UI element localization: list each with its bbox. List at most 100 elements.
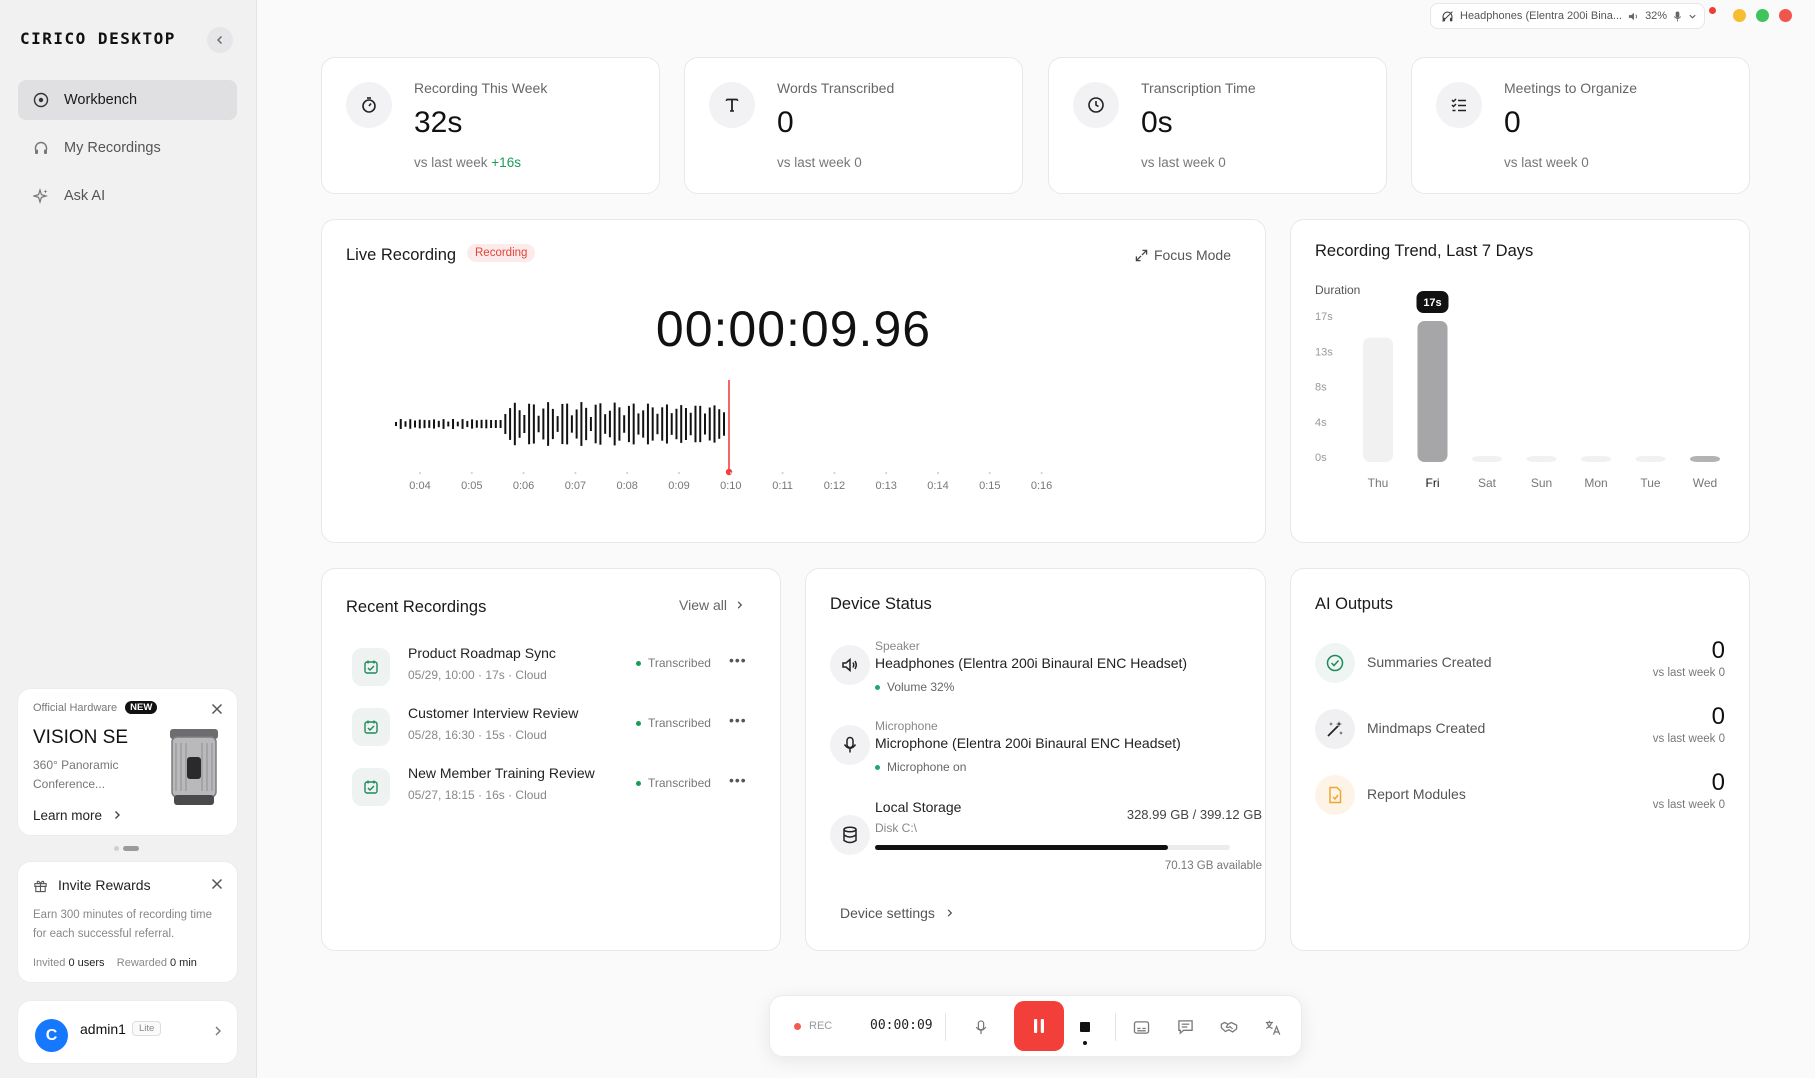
time-tick-label: 0:12	[824, 480, 845, 492]
stat-card-meetings-to-organize: Meetings to Organize 0 vs last week 0	[1411, 57, 1750, 194]
carousel-dot[interactable]	[114, 846, 119, 851]
recording-meta: 05/29, 10:00 · 17s · Cloud	[408, 668, 547, 682]
notes-button[interactable]	[1171, 1013, 1199, 1041]
x-tick-label: Mon	[1584, 476, 1607, 490]
recording-meta: 05/28, 16:30 · 15s · Cloud	[408, 728, 547, 742]
status-label: Transcribed	[648, 716, 711, 730]
ai-output-comparison: vs last week 0	[1652, 799, 1725, 811]
maximize-window-button[interactable]	[1756, 9, 1769, 22]
recording-title: Customer Interview Review	[408, 705, 579, 721]
translate-button[interactable]	[1259, 1013, 1287, 1041]
collapse-sidebar-button[interactable]	[207, 27, 233, 53]
rec-indicator: REC	[794, 1020, 832, 1032]
divider	[1115, 1013, 1116, 1041]
list-item[interactable]: New Member Training Review 05/27, 18:15 …	[346, 762, 746, 812]
bar-wed[interactable]	[1690, 456, 1720, 462]
microphone-status: Microphone on	[875, 760, 966, 774]
pause-button[interactable]	[1014, 1001, 1064, 1051]
y-tick-label: 13s	[1315, 346, 1333, 358]
chevron-right-icon	[737, 601, 743, 609]
captions-button[interactable]	[1127, 1013, 1155, 1041]
invite-rewards-card[interactable]: Invite Rewards Earn 300 minutes of recor…	[17, 861, 238, 983]
hardware-promo-card[interactable]: Official Hardware NEW VISION SE 360° Pan…	[17, 688, 238, 836]
expand-icon	[1135, 249, 1148, 261]
bar-tue[interactable]	[1635, 456, 1666, 462]
minimize-window-button[interactable]	[1733, 9, 1746, 22]
new-badge: NEW	[125, 701, 158, 714]
x-tick-label: Thu	[1368, 476, 1389, 490]
calendar-icon	[352, 708, 390, 746]
ai-output-row: Mindmaps Created 0 vs last week 0	[1315, 703, 1725, 755]
rec-dot	[794, 1022, 801, 1030]
storage-progress-bar	[875, 845, 1230, 850]
time-tick-label: 0:05	[461, 480, 482, 492]
speaker-volume-label: Volume 32%	[887, 680, 955, 694]
bar-fri[interactable]	[1417, 321, 1448, 462]
time-tick-label: 0:09	[668, 480, 689, 492]
list-item[interactable]: Product Roadmap Sync 05/29, 10:00 · 17s …	[346, 642, 746, 692]
microphone-toggle-button[interactable]	[967, 1013, 995, 1041]
promo-title: VISION SE	[33, 727, 129, 748]
bar-mon[interactable]	[1581, 456, 1611, 462]
playhead-dot	[725, 468, 733, 476]
bar-sat[interactable]	[1472, 456, 1502, 462]
time-tick-label: 0:10	[720, 480, 741, 492]
pause-icon	[1034, 1019, 1044, 1033]
more-options-icon[interactable]: •••	[729, 772, 747, 788]
close-icon[interactable]	[209, 876, 225, 892]
time-tick-label: 0:11	[772, 480, 793, 492]
ai-output-comparison: vs last week 0	[1652, 667, 1725, 679]
view-all-label: View all	[679, 597, 727, 613]
user-profile[interactable]: C admin1 Lite	[17, 1000, 238, 1064]
learn-more-link[interactable]: Learn more	[33, 808, 122, 823]
time-tick-label: 0:16	[1031, 480, 1052, 492]
ai-output-row: Summaries Created 0 vs last week 0	[1315, 637, 1725, 689]
meeting-button[interactable]	[1215, 1013, 1243, 1041]
recording-control-bar: REC 00:00:09	[769, 995, 1302, 1057]
text-icon	[709, 82, 755, 128]
stat-comparison: vs last week 0	[1141, 155, 1226, 170]
close-icon[interactable]	[209, 701, 225, 717]
time-tick-mark	[729, 472, 732, 474]
stat-value: 0	[1504, 106, 1521, 139]
more-options-icon[interactable]: •••	[729, 712, 747, 728]
sidebar-item-workbench[interactable]: Workbench	[18, 80, 237, 120]
chevron-right-icon	[114, 811, 120, 819]
carousel-dots[interactable]	[114, 846, 139, 851]
transcription-status: Transcribed	[636, 656, 711, 670]
close-window-button[interactable]	[1779, 9, 1792, 22]
invited-value: 0 users	[68, 957, 105, 969]
microphone-label: Microphone	[875, 719, 938, 733]
stop-button[interactable]	[1071, 1013, 1099, 1041]
time-tick-mark	[833, 472, 836, 474]
headphones-icon	[32, 139, 50, 157]
promo-tag: Official Hardware NEW	[33, 701, 158, 714]
list-item[interactable]: Customer Interview Review 05/28, 16:30 ·…	[346, 702, 746, 752]
volume-value: 32%	[1645, 10, 1668, 22]
ai-output-label: Mindmaps Created	[1367, 720, 1486, 736]
status-dot	[636, 660, 641, 666]
bar-thu[interactable]	[1363, 337, 1393, 462]
device-status-pill[interactable]: Headphones (Elentra 200i Bina... 32%	[1430, 3, 1705, 29]
sidebar-item-label: Workbench	[64, 92, 138, 108]
bar-sun[interactable]	[1526, 456, 1557, 462]
chevron-left-icon	[217, 36, 222, 44]
sidebar-item-label: Ask AI	[64, 188, 106, 204]
focus-mode-button[interactable]: Focus Mode	[1135, 247, 1231, 263]
storage-label: Local Storage	[875, 799, 962, 815]
more-options-icon[interactable]: •••	[729, 652, 747, 668]
microphone-icon	[975, 1019, 987, 1034]
sidebar-item-ask-ai[interactable]: Ask AI	[18, 176, 237, 216]
transcription-status: Transcribed	[636, 716, 711, 730]
trend-bar-chart: Duration 17s 13s 8s 4s 0s Thu Fri 17s Sat Sun Mon Tu…	[1315, 283, 1720, 490]
carousel-dot-active[interactable]	[123, 846, 139, 851]
stat-comparison-label: vs last week	[1141, 155, 1215, 170]
time-tick-mark	[470, 472, 473, 474]
app-brand: CIRICO DESKTOP	[20, 29, 176, 48]
device-settings-link[interactable]: Device settings	[840, 905, 954, 921]
sidebar-item-my-recordings[interactable]: My Recordings	[18, 128, 237, 168]
view-all-link[interactable]: View all	[679, 597, 744, 613]
x-tick-label: Wed	[1693, 476, 1717, 490]
notification-dot	[1709, 7, 1716, 14]
ai-output-label: Summaries Created	[1367, 654, 1492, 670]
